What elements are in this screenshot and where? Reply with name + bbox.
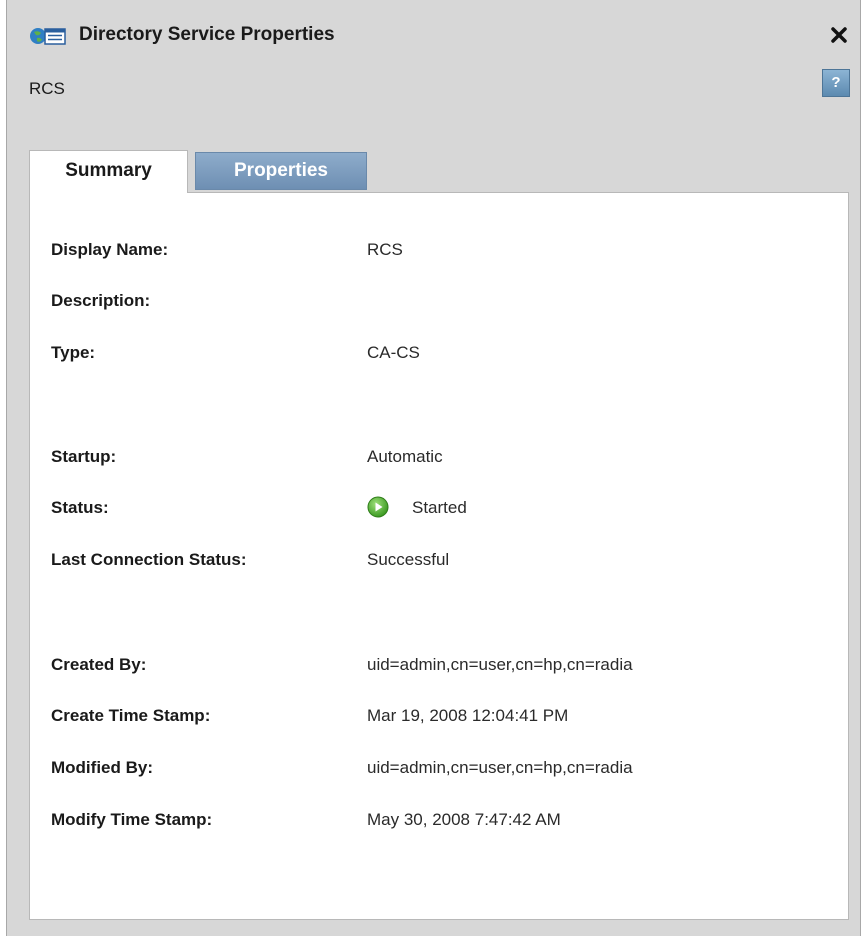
created-by-label: Created By:	[51, 655, 147, 674]
startup-value: Automatic	[367, 447, 443, 466]
help-button[interactable]: ?	[822, 69, 850, 97]
display-name-value: RCS	[367, 240, 403, 259]
tab-bar: Summary Properties	[27, 150, 847, 193]
status-label: Status:	[51, 498, 109, 517]
started-play-icon	[367, 496, 389, 518]
service-name-subtitle: RCS	[29, 79, 65, 98]
directory-service-icon	[29, 24, 67, 48]
display-name-label: Display Name:	[51, 240, 169, 259]
summary-panel: Display Name: RCS Description: Type: CA-…	[29, 192, 849, 920]
modified-by-row: Modified By: uid=admin,cn=user,cn=hp,cn=…	[51, 758, 831, 782]
last-connection-status-value: Successful	[367, 550, 450, 569]
title-bar: Directory Service Properties	[7, 18, 860, 54]
display-name-row: Display Name: RCS	[51, 240, 831, 264]
modified-by-value: uid=admin,cn=user,cn=hp,cn=radia	[367, 758, 633, 777]
create-time-stamp-row: Create Time Stamp: Mar 19, 2008 12:04:41…	[51, 706, 831, 730]
tab-summary[interactable]: Summary	[29, 150, 188, 193]
close-icon	[831, 27, 847, 43]
tab-properties[interactable]: Properties	[195, 152, 367, 190]
create-time-stamp-value: Mar 19, 2008 12:04:41 PM	[367, 706, 569, 725]
modify-time-stamp-value: May 30, 2008 7:47:42 AM	[367, 810, 561, 829]
last-connection-status-label: Last Connection Status:	[51, 550, 247, 569]
type-value: CA-CS	[367, 343, 420, 362]
created-by-value: uid=admin,cn=user,cn=hp,cn=radia	[367, 655, 633, 674]
startup-row: Startup: Automatic	[51, 447, 831, 471]
status-row: Status: Started	[51, 496, 831, 522]
dialog-title: Directory Service Properties	[79, 24, 335, 45]
startup-label: Startup:	[51, 447, 117, 466]
status-value: Started	[412, 498, 467, 517]
last-connection-status-row: Last Connection Status: Successful	[51, 550, 831, 574]
created-by-row: Created By: uid=admin,cn=user,cn=hp,cn=r…	[51, 655, 831, 679]
close-button[interactable]	[828, 24, 850, 46]
create-time-stamp-label: Create Time Stamp:	[51, 706, 211, 725]
type-label: Type:	[51, 343, 96, 362]
type-row: Type: CA-CS	[51, 343, 831, 367]
directory-service-properties-dialog: Directory Service Properties RCS ? Summa…	[6, 0, 861, 936]
modify-time-stamp-label: Modify Time Stamp:	[51, 810, 213, 829]
modify-time-stamp-row: Modify Time Stamp: May 30, 2008 7:47:42 …	[51, 810, 831, 834]
modified-by-label: Modified By:	[51, 758, 153, 777]
description-row: Description:	[51, 291, 831, 315]
description-label: Description:	[51, 291, 151, 310]
